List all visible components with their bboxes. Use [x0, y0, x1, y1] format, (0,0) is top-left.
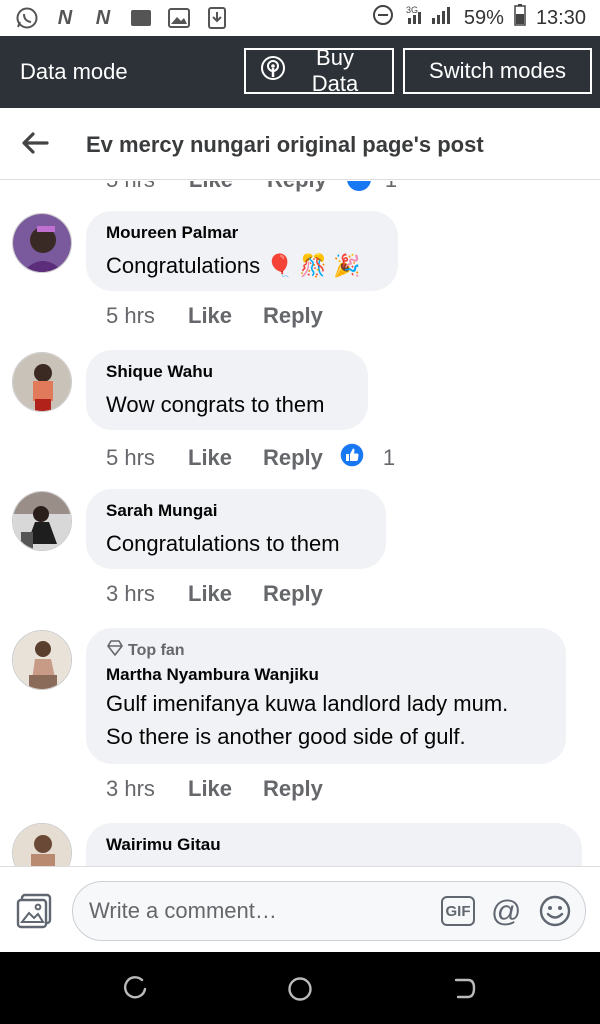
image-icon: [166, 7, 192, 29]
svg-text:3G: 3G: [406, 5, 418, 15]
avatar[interactable]: [12, 823, 72, 866]
system-nav-bar: [0, 952, 600, 1024]
comment-bubble[interactable]: Wairimu Gitau: [86, 823, 582, 866]
n-notification-icon: N: [95, 6, 111, 29]
reply-link[interactable]: Reply: [263, 776, 323, 802]
comment-bubble[interactable]: Sarah Mungai Congratulations to them: [86, 489, 386, 569]
battery-icon: [514, 4, 526, 32]
comment-composer: GIF @: [0, 866, 600, 952]
comment-text-line: Gulf imenifanya kuwa landlord lady mum.: [106, 691, 509, 716]
comment-text: Congratulations 🎈 🎊 🎉: [106, 253, 361, 278]
comment-time: 5 hrs: [106, 445, 155, 470]
n-notification-icon: N: [57, 6, 73, 29]
data-mode-title: Data mode: [20, 59, 128, 84]
comment-bubble[interactable]: Moureen Palmar Congratulations 🎈 🎊 🎉: [86, 211, 398, 291]
data-mode-bar: Data mode Buy Data Switch modes: [0, 36, 600, 108]
switch-modes-button[interactable]: Switch modes: [403, 48, 592, 94]
reply-link[interactable]: Reply: [263, 445, 323, 471]
home-icon[interactable]: [287, 976, 313, 1002]
buy-data-label: Buy Data: [311, 45, 359, 96]
comment-time: 5 hrs: [106, 303, 155, 328]
clock: 13:30: [535, 6, 586, 29]
like-link[interactable]: Like: [188, 445, 263, 471]
gif-button[interactable]: GIF: [441, 896, 475, 926]
comment-input[interactable]: [89, 896, 429, 926]
buy-data-button[interactable]: Buy Data: [244, 45, 394, 96]
comment-list[interactable]: 5 hrs Like Reply 1 Moureen Palmar Congra…: [0, 181, 600, 866]
like-link[interactable]: Like: [188, 581, 263, 607]
comment-actions: 3 hrs Like Reply: [106, 581, 323, 607]
comment-author[interactable]: Sarah Mungai: [106, 501, 366, 521]
status-bar: N N 3G 59% 13:30: [0, 0, 600, 36]
comment-input-box[interactable]: GIF @: [72, 881, 586, 941]
comment-bubble[interactable]: Top fan Martha Nyambura Wanjiku Gulf ime…: [86, 628, 566, 764]
comment-actions: 5 hrs Like Reply 1: [106, 442, 395, 474]
diamond-icon: [106, 640, 124, 661]
reply-link[interactable]: Reply: [263, 581, 323, 607]
arrow-left-icon[interactable]: [20, 130, 50, 156]
avatar[interactable]: [12, 352, 72, 412]
reply-link[interactable]: Reply: [267, 181, 327, 197]
broadcast-icon: [260, 55, 286, 87]
recent-apps-icon[interactable]: [122, 976, 148, 1002]
top-fan-badge: Top fan: [106, 640, 546, 661]
avatar[interactable]: [12, 630, 72, 690]
reply-link[interactable]: Reply: [263, 303, 323, 329]
comment-time: 3 hrs: [106, 581, 155, 606]
comment-text: Wow congrats to them: [106, 392, 325, 417]
avatar[interactable]: [12, 491, 72, 551]
comment-author[interactable]: Martha Nyambura Wanjiku: [106, 665, 546, 685]
battery-percent: 59%: [463, 6, 504, 29]
whatsapp-icon: [14, 7, 40, 29]
comment-text: Congratulations to them: [106, 531, 340, 556]
like-link[interactable]: Like: [188, 776, 263, 802]
reaction-count: 1: [385, 181, 397, 197]
reaction-count: 1: [382, 445, 396, 470]
sim-icon: [128, 7, 154, 29]
comment-time: 3 hrs: [106, 776, 155, 801]
like-link[interactable]: Like: [189, 181, 233, 197]
comment-text-line: So there is another good side of gulf.: [106, 724, 466, 749]
smiley-icon[interactable]: [539, 895, 571, 927]
like-link[interactable]: Like: [188, 303, 263, 329]
comment-author[interactable]: Moureen Palmar: [106, 223, 378, 243]
photo-icon[interactable]: [16, 893, 54, 929]
dnd-icon: [372, 4, 394, 32]
page-title: Ev mercy nungari original page's post: [86, 132, 484, 157]
reaction-summary[interactable]: 1: [339, 442, 395, 474]
comment-bubble[interactable]: Shique Wahu Wow congrats to them: [86, 350, 368, 430]
avatar[interactable]: [12, 213, 72, 273]
comment-actions: 3 hrs Like Reply: [106, 776, 323, 802]
partial-comment-meta: 5 hrs Like Reply 1: [106, 181, 397, 197]
mention-button[interactable]: @: [491, 895, 521, 929]
thumbs-up-icon: [347, 181, 371, 197]
page-header: Ev mercy nungari original page's post: [0, 108, 600, 180]
back-icon[interactable]: [452, 976, 478, 1002]
thumbs-up-icon: [339, 442, 365, 474]
comment-author[interactable]: Wairimu Gitau: [106, 835, 562, 855]
download-icon: [204, 7, 230, 29]
top-fan-label: Top fan: [128, 641, 185, 659]
comment-time: 5 hrs: [106, 181, 155, 197]
comment-author[interactable]: Shique Wahu: [106, 362, 348, 382]
signal-icon: 3G: [404, 4, 454, 32]
comment-actions: 5 hrs Like Reply: [106, 303, 323, 329]
